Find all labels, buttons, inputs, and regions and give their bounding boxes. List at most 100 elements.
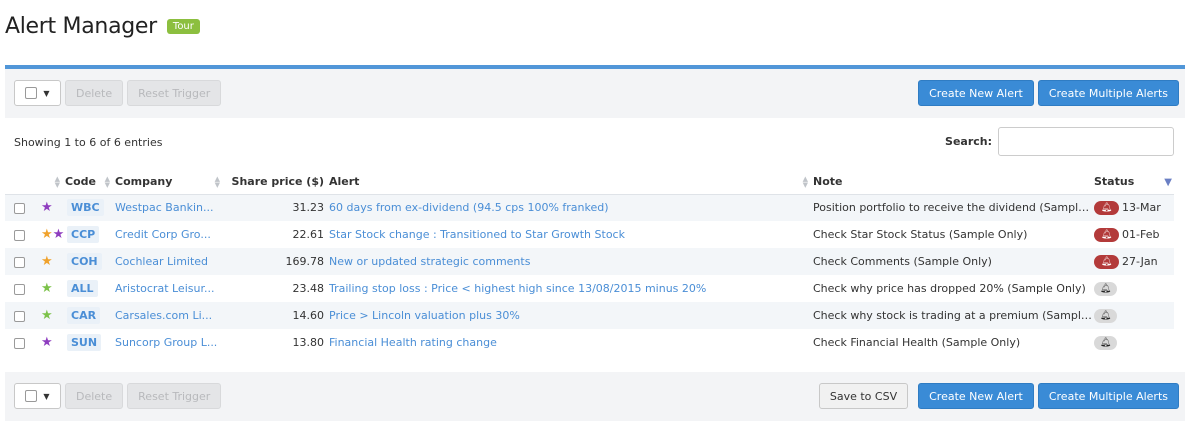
bell-icon[interactable]: 🔔︎: [1094, 200, 1119, 215]
row-status-cell: 🔔︎ 13-Mar: [1094, 194, 1174, 221]
row-status-cell: 🔔︎: [1094, 329, 1174, 356]
row-code-cell: SUN: [65, 329, 115, 356]
row-stars-cell: ★★: [33, 221, 65, 248]
row-alert-cell: 60 days from ex-dividend (94.5 cps 100% …: [329, 194, 813, 221]
stock-code[interactable]: COH: [67, 253, 102, 270]
create-new-alert-button[interactable]: Create New Alert: [918, 80, 1034, 106]
star-icon[interactable]: ★: [41, 227, 53, 242]
row-price-cell: 31.23: [225, 194, 329, 221]
table-row[interactable]: ★ COH Cochlear Limited 169.78 New or upd…: [5, 248, 1174, 275]
row-stars-cell: ★: [33, 302, 65, 329]
sort-icon[interactable]: ▲ ▼: [55, 176, 60, 189]
stock-code[interactable]: SUN: [67, 334, 102, 351]
search-input[interactable]: [998, 127, 1174, 156]
row-price-cell: 23.48: [225, 275, 329, 302]
search-label: Search:: [945, 135, 992, 148]
row-stars-cell: ★: [33, 248, 65, 275]
reset-trigger-button[interactable]: Reset Trigger: [127, 80, 222, 106]
select-all-dropdown[interactable]: ▼: [14, 383, 61, 409]
header-code[interactable]: Code ▲ ▼: [65, 169, 115, 195]
bell-icon[interactable]: 🔔︎: [1094, 308, 1117, 323]
stock-code[interactable]: CCP: [67, 226, 100, 243]
company-link[interactable]: Suncorp Group L...: [115, 336, 217, 349]
company-link[interactable]: Westpac Bankin...: [115, 201, 213, 214]
table-row[interactable]: ★ WBC Westpac Bankin... 31.23 60 days fr…: [5, 194, 1174, 221]
header-alert[interactable]: Alert ▲ ▼: [329, 169, 813, 195]
create-multiple-alerts-button[interactable]: Create Multiple Alerts: [1037, 80, 1179, 106]
select-all-dropdown[interactable]: ▼: [14, 80, 61, 106]
table-row[interactable]: ★ CAR Carsales.com Li... 14.60 Price > L…: [5, 302, 1174, 329]
alert-link[interactable]: Price > Lincoln valuation plus 30%: [329, 309, 520, 322]
alert-link[interactable]: 60 days from ex-dividend (94.5 cps 100% …: [329, 201, 609, 214]
header-status[interactable]: Status ▼: [1094, 169, 1174, 195]
row-checkbox[interactable]: [14, 283, 25, 295]
row-note-cell: Check why stock is trading at a premium …: [813, 302, 1094, 329]
bell-icon[interactable]: 🔔︎: [1094, 335, 1117, 350]
row-alert-cell: New or updated strategic comments: [329, 248, 813, 275]
stock-code[interactable]: CAR: [67, 307, 101, 324]
header-company[interactable]: Company ▲ ▼: [115, 169, 225, 195]
row-checkbox[interactable]: [14, 310, 25, 322]
stock-code[interactable]: WBC: [67, 199, 104, 217]
star-icon[interactable]: ★: [53, 227, 65, 242]
header-alert-label: Alert: [329, 174, 360, 188]
status-date: 13-Mar: [1122, 200, 1161, 214]
row-stars-cell: ★: [33, 275, 65, 302]
company-link[interactable]: Carsales.com Li...: [115, 309, 212, 322]
company-link[interactable]: Aristocrat Leisur...: [115, 282, 214, 295]
sort-icon[interactable]: ▲ ▼: [215, 176, 220, 189]
sort-icon[interactable]: ▲ ▼: [105, 176, 110, 189]
create-new-alert-button[interactable]: Create New Alert: [918, 383, 1034, 409]
alert-link[interactable]: Financial Health rating change: [329, 336, 497, 349]
row-select-cell: [5, 302, 33, 329]
company-link[interactable]: Cochlear Limited: [115, 255, 208, 268]
star-icon[interactable]: ★: [41, 281, 53, 296]
tour-button[interactable]: Tour: [166, 19, 200, 34]
row-note-cell: Check why price has dropped 20% (Sample …: [813, 275, 1094, 302]
star-icon[interactable]: ★: [41, 308, 53, 323]
row-stars-cell: ★: [33, 194, 65, 221]
row-company-cell: Credit Corp Gro...: [115, 221, 225, 248]
row-company-cell: Suncorp Group L...: [115, 329, 225, 356]
save-to-csv-button[interactable]: Save to CSV: [818, 383, 909, 409]
row-code-cell: COH: [65, 248, 115, 275]
select-all-checkbox[interactable]: [25, 87, 38, 99]
create-multiple-alerts-button[interactable]: Create Multiple Alerts: [1037, 383, 1179, 409]
delete-button[interactable]: Delete: [65, 80, 124, 106]
star-icon[interactable]: ★: [41, 335, 53, 350]
alert-link[interactable]: Star Stock change : Transitioned to Star…: [329, 228, 625, 241]
table-row[interactable]: ★ ALL Aristocrat Leisur... 23.48 Trailin…: [5, 275, 1174, 302]
header-share-price[interactable]: Share price ($): [225, 169, 329, 195]
reset-trigger-button[interactable]: Reset Trigger: [127, 383, 222, 409]
header-note[interactable]: Note: [813, 169, 1094, 195]
header-status-label: Status: [1094, 174, 1135, 188]
row-checkbox[interactable]: [14, 256, 25, 268]
bell-icon[interactable]: 🔔︎: [1094, 254, 1119, 269]
table-row[interactable]: ★ SUN Suncorp Group L... 13.80 Financial…: [5, 329, 1174, 356]
row-status-cell: 🔔︎ 27-Jan: [1094, 248, 1174, 275]
star-icon[interactable]: ★: [41, 200, 53, 215]
company-link[interactable]: Credit Corp Gro...: [115, 228, 211, 241]
star-icon[interactable]: ★: [41, 254, 53, 269]
sort-icon[interactable]: ▲ ▼: [803, 176, 808, 189]
table-body: ★ WBC Westpac Bankin... 31.23 60 days fr…: [5, 194, 1174, 356]
delete-button[interactable]: Delete: [65, 383, 124, 409]
top-toolbar: ▼ Delete Reset Trigger Create New Alert …: [5, 69, 1185, 118]
select-all-checkbox[interactable]: [25, 390, 38, 402]
alert-link[interactable]: Trailing stop loss : Price < highest hig…: [329, 282, 706, 295]
alert-link[interactable]: New or updated strategic comments: [329, 255, 530, 268]
row-status-cell: 🔔︎ 01-Feb: [1094, 221, 1174, 248]
row-note-cell: Check Financial Health (Sample Only): [813, 329, 1094, 356]
sort-desc-icon[interactable]: ▼: [1164, 177, 1172, 188]
table-row[interactable]: ★★ CCP Credit Corp Gro... 22.61 Star Sto…: [5, 221, 1174, 248]
bell-icon[interactable]: 🔔︎: [1094, 227, 1119, 242]
status-date: 27-Jan: [1122, 254, 1158, 268]
stock-code[interactable]: ALL: [67, 280, 98, 297]
row-code-cell: CAR: [65, 302, 115, 329]
row-checkbox[interactable]: [14, 229, 25, 241]
row-price-cell: 13.80: [225, 329, 329, 356]
alerts-panel: ▼ Delete Reset Trigger Create New Alert …: [5, 65, 1185, 421]
row-checkbox[interactable]: [14, 202, 25, 214]
row-checkbox[interactable]: [14, 337, 25, 349]
bell-icon[interactable]: 🔔︎: [1094, 281, 1117, 296]
